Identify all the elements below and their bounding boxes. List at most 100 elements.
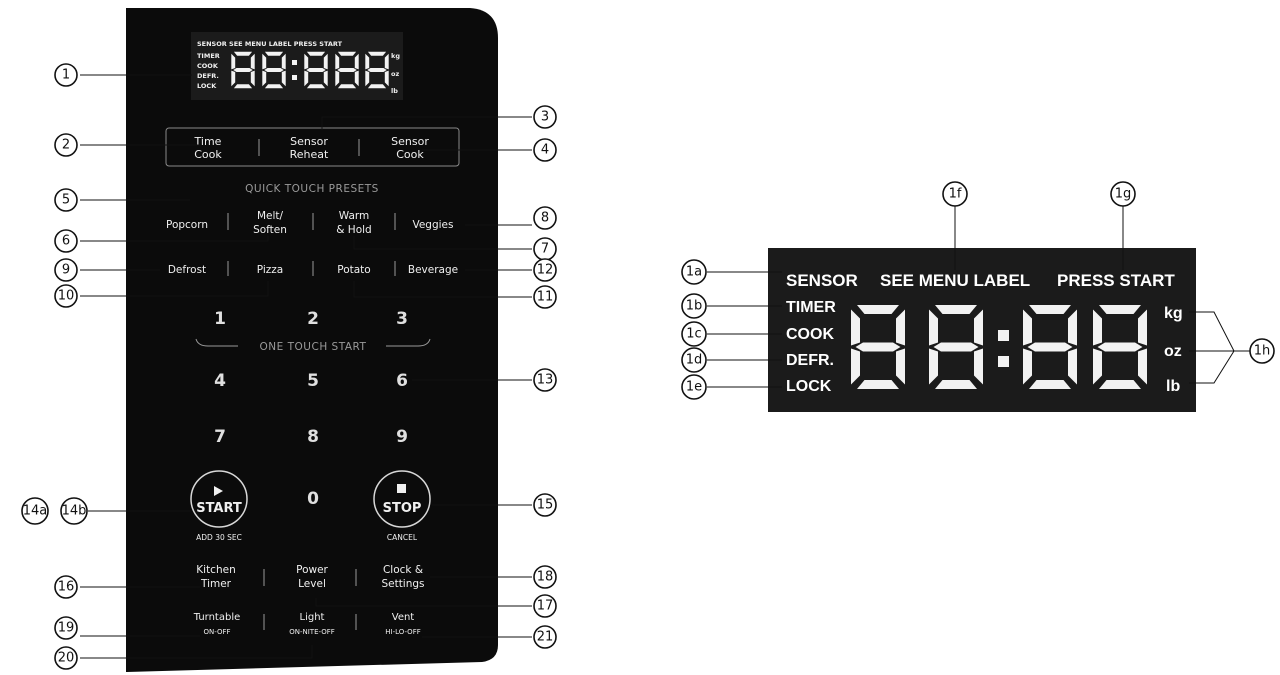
svg-text:1d: 1d [686,353,703,368]
start-sublabel: ADD 30 SEC [196,533,242,542]
svg-text:19: 19 [58,621,75,636]
display-indicator: COOK [197,62,219,70]
svg-text:18: 18 [537,570,554,585]
veggies-label: Veggies [412,219,453,231]
svg-text:2: 2 [62,138,70,153]
detail-label-cook: COOK [786,326,834,343]
veggies-button[interactable]: Veggies [412,219,453,231]
callout-1f: 1f [942,181,968,207]
keypad-6[interactable]: 6 [396,371,408,391]
callout-1h: 1h [1249,338,1275,364]
keypad-4[interactable]: 4 [214,371,226,391]
sensor-reheat-button[interactable]: Sensor Reheat [290,135,329,161]
svg-text:1h: 1h [1254,344,1271,359]
svg-text:1b: 1b [686,299,703,314]
stop-label: STOP [383,501,422,516]
detail-label-see-menu: SEE MENU LABEL [880,271,1030,290]
callout-1b: 1b [681,293,707,319]
svg-text:1e: 1e [686,380,702,395]
callout-18: 18 [533,565,557,589]
power-level-label: Power [296,564,328,576]
sensor-reheat-label: Sensor [290,135,328,148]
keypad-1[interactable]: 1 [214,309,226,329]
callout-5: 5 [54,188,78,212]
callout-12: 12 [533,258,557,282]
callout-15: 15 [533,493,557,517]
callout-1a: 1a [681,259,707,285]
time-cook-label: Time [194,135,222,148]
svg-text:16: 16 [58,580,75,595]
vent-label: Vent [392,612,415,623]
svg-text:1g: 1g [1115,187,1132,202]
potato-button[interactable]: Potato [337,264,370,276]
callout-20: 20 [54,646,78,670]
sensor-cook-label: Cook [396,148,424,161]
callout-1c: 1c [681,321,707,347]
beverage-button[interactable]: Beverage [408,264,458,276]
svg-text:7: 7 [541,242,549,257]
callout-4: 4 [533,138,557,162]
one-touch-label: ONE TOUCH START [260,341,367,353]
clock-settings-label: Settings [381,578,424,590]
svg-text:13: 13 [537,373,554,388]
svg-text:15: 15 [537,498,554,513]
detail-label-press-start: PRESS START [1057,271,1175,290]
keypad-0[interactable]: 0 [307,489,319,509]
display-indicator: LOCK [197,82,217,90]
kitchen-timer-label: Kitchen [196,564,235,576]
detail-label-defr: DEFR. [786,352,834,369]
display-indicators-top: SENSOR SEE MENU LABEL PRESS START [197,40,343,48]
pizza-button[interactable]: Pizza [257,264,283,276]
callout-10: 10 [54,284,78,308]
callout-21: 21 [533,625,557,649]
display-indicator: TIMER [197,52,220,60]
callout-14b: 14b [60,497,88,525]
callout-2: 2 [54,133,78,157]
warm-hold-label: Warm [339,210,370,222]
time-cook-label: Cook [194,148,222,161]
callout-1: 1 [54,63,78,87]
sensor-cook-label: Sensor [391,135,429,148]
kitchen-timer-label: Timer [200,578,232,590]
keypad-3[interactable]: 3 [396,309,408,329]
svg-text:9: 9 [62,263,70,278]
svg-text:12: 12 [537,263,554,278]
callout-11: 11 [533,285,557,309]
callout-17: 17 [533,594,557,618]
svg-text:11: 11 [537,290,554,305]
sensor-reheat-label: Reheat [290,148,329,161]
callout-3: 3 [533,105,557,129]
svg-text:20: 20 [58,651,75,666]
keypad-9[interactable]: 9 [396,427,408,447]
keypad-2[interactable]: 2 [307,309,319,329]
light-label: Light [300,612,325,623]
warm-hold-label: & Hold [336,224,371,236]
display-unit-lb: lb [391,87,398,95]
svg-text:21: 21 [537,630,554,645]
svg-text:6: 6 [62,234,70,249]
callout-6: 6 [54,229,78,253]
stop-icon [397,484,406,493]
detail-unit-lb: lb [1166,378,1180,395]
keypad-8[interactable]: 8 [307,427,319,447]
defrost-button[interactable]: Defrost [168,264,206,276]
display-unit-oz: oz [391,70,399,78]
svg-text:1: 1 [62,68,70,83]
light-sublabel: ON-NITE-OFF [289,628,335,636]
popcorn-button[interactable]: Popcorn [166,219,208,231]
callout-1g: 1g [1110,181,1136,207]
callout-7: 7 [533,237,557,261]
keypad-7[interactable]: 7 [214,427,226,447]
svg-text:8: 8 [541,211,549,226]
detail-unit-kg: kg [1164,305,1183,322]
detail-label-sensor: SENSOR [786,271,858,290]
keypad-5[interactable]: 5 [307,371,319,391]
time-cook-button[interactable]: Time Cook [194,135,223,161]
detail-label-timer: TIMER [786,299,836,316]
power-level-label: Level [298,578,326,590]
detail-label-lock: LOCK [786,378,832,395]
sensor-cook-button[interactable]: Sensor Cook [391,135,429,161]
callout-16: 16 [54,575,78,599]
melt-soften-label: Soften [253,224,287,236]
clock-settings-label: Clock & [383,564,423,576]
